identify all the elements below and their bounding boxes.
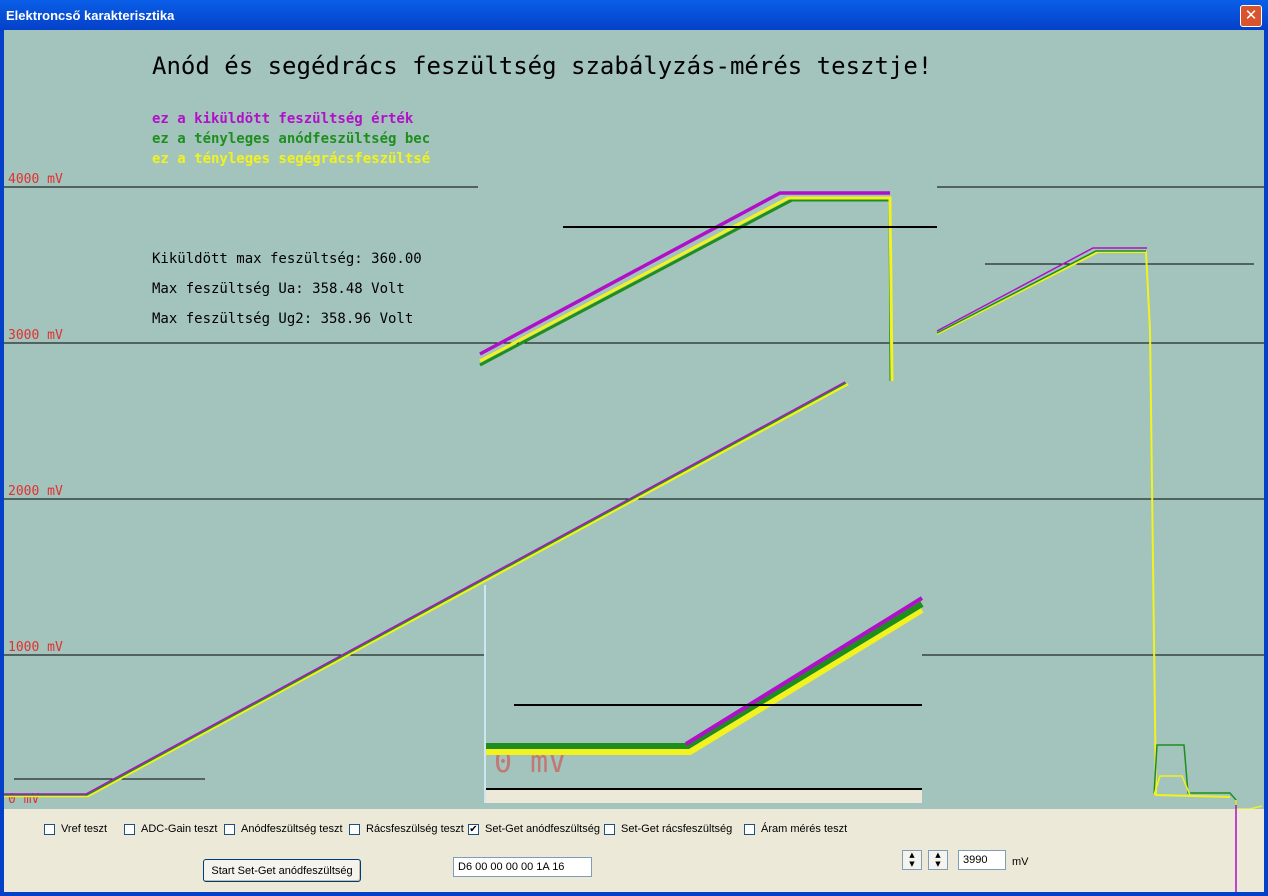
checkbox-set-get-racs-label: Set-Get rácsfeszültség <box>621 823 733 835</box>
zoom-inset-bottom: 0 mV <box>484 585 924 803</box>
checkbox-racsfeszulseg-label: Rácsfeszülség teszt <box>366 823 464 835</box>
checkbox-adc-gain-box[interactable] <box>124 823 135 835</box>
y-label-1000: 1000 mV <box>8 640 63 655</box>
spin-control-1[interactable]: ▲ ▼ <box>902 850 922 870</box>
legend-anode: ez a tényleges anódfeszültség bec <box>152 131 430 147</box>
checkbox-vref-teszt[interactable]: Vref teszt <box>44 823 107 835</box>
control-panel <box>4 809 1264 892</box>
arrow-down-icon[interactable]: ▼ <box>903 860 921 869</box>
checkbox-aram-meres-box[interactable] <box>744 823 755 835</box>
checkbox-racsfeszulseg-teszt[interactable]: Rácsfeszülség teszt <box>349 823 464 835</box>
stat-ua-max: Max feszültség Ua: 358.48 Volt <box>152 281 405 297</box>
legend-sent: ez a kiküldött feszültség érték <box>152 111 414 127</box>
voltage-graph: 4000 mV 3000 mV 2000 mV 1000 mV 0 mV Anó… <box>4 30 1264 810</box>
arrow-down-icon[interactable]: ▼ <box>929 860 947 869</box>
legend-grid: ez a tényleges segégrácsfeszültsé <box>152 151 430 167</box>
checkbox-anodfeszultseg-teszt[interactable]: Anódfeszültség teszt <box>224 823 343 835</box>
checkbox-set-get-anodfeszultseg[interactable]: ✔ Set-Get anódfeszültség <box>468 823 600 835</box>
checkbox-vref-label: Vref teszt <box>61 823 108 835</box>
inset-bottom-strip <box>486 789 922 803</box>
checkbox-set-get-anod-label: Set-Get anódfeszültség <box>485 823 600 835</box>
checkbox-adc-gain-label: ADC-Gain teszt <box>141 823 218 835</box>
checkbox-set-get-racs-box[interactable] <box>604 823 615 835</box>
y-label-4000: 4000 mV <box>8 172 63 187</box>
stat-sent-max: Kiküldött max feszültség: 360.00 <box>152 251 422 267</box>
checkbox-set-get-anod-box[interactable]: ✔ <box>468 823 479 835</box>
checkbox-set-get-racsfeszultseg[interactable]: Set-Get rácsfeszültség <box>604 823 732 835</box>
checkbox-racsfeszulseg-box[interactable] <box>349 823 360 835</box>
graph-heading: Anód és segédrács feszültség szabályzás-… <box>152 52 932 80</box>
checkbox-aram-meres-label: Áram mérés teszt <box>761 823 848 835</box>
voltage-input[interactable]: 3990 <box>958 850 1006 870</box>
arrow-up-icon[interactable]: ▲ <box>929 851 947 860</box>
checkbox-vref-box[interactable] <box>44 823 55 835</box>
y-label-3000: 3000 mV <box>8 328 63 343</box>
checkbox-anodfeszultseg-label: Anódfeszültség teszt <box>241 823 343 835</box>
start-set-get-button[interactable]: Start Set-Get anódfeszültség <box>203 859 361 882</box>
spin-control-2[interactable]: ▲ ▼ <box>928 850 948 870</box>
stat-ug2-max: Max feszültség Ug2: 358.96 Volt <box>152 311 413 327</box>
checkbox-anodfeszultseg-box[interactable] <box>224 823 235 835</box>
command-field[interactable]: D6 00 00 00 00 1A 16 <box>453 857 592 877</box>
y-label-2000: 2000 mV <box>8 484 63 499</box>
voltage-unit-label: mV <box>1012 856 1029 868</box>
checkbox-adc-gain-teszt[interactable]: ADC-Gain teszt <box>124 823 217 835</box>
arrow-up-icon[interactable]: ▲ <box>903 851 921 860</box>
checkbox-aram-meres-teszt[interactable]: Áram mérés teszt <box>744 823 847 835</box>
